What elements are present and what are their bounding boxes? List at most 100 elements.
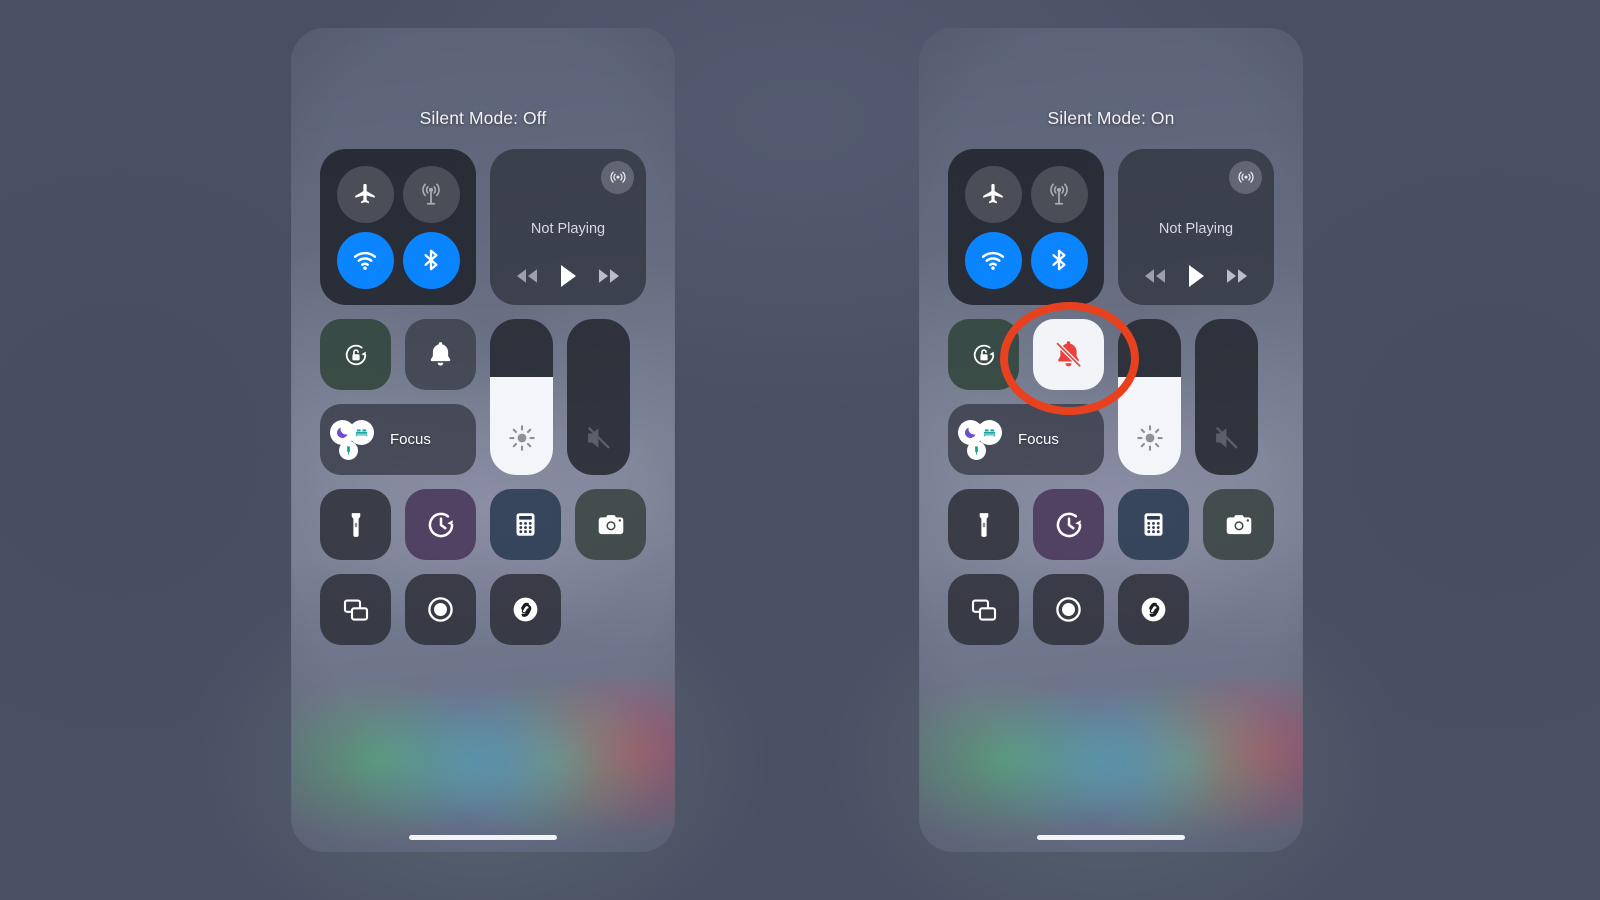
focus-tile[interactable]: Focus (948, 404, 1104, 475)
bluetooth-toggle[interactable] (402, 231, 460, 289)
connectivity-module (948, 149, 1104, 305)
timer-button[interactable] (405, 489, 476, 560)
screen-record-button[interactable] (1033, 574, 1104, 645)
toggle-pair (320, 319, 476, 390)
camera-icon (598, 514, 623, 534)
fast-forward-icon[interactable] (1224, 267, 1250, 285)
toggles-stack: Focus (320, 319, 476, 475)
airplane-icon (983, 183, 1003, 204)
leaf-icon (975, 445, 978, 455)
rewind-icon[interactable] (514, 267, 540, 285)
moon-icon (337, 427, 348, 438)
control-center-grid-right: Not Playing Focus (948, 149, 1274, 645)
flashlight-button[interactable] (320, 489, 391, 560)
focus-mode-icons (330, 417, 382, 463)
brightness-icon (508, 425, 535, 451)
flashlight-button[interactable] (948, 489, 1019, 560)
flashlight-icon (979, 512, 988, 537)
camera-button[interactable] (575, 489, 646, 560)
silent-mode-toggle[interactable] (1033, 319, 1104, 390)
airplay-icon (1237, 171, 1254, 183)
sleep-focus-icon (977, 419, 1002, 445)
focus-mode-icons (958, 417, 1010, 463)
play-icon[interactable] (1185, 263, 1207, 289)
now-playing-title: Not Playing (1158, 221, 1234, 237)
screen-mirroring-button[interactable] (320, 574, 391, 645)
toggles-stack: Focus (948, 319, 1104, 475)
wifi-toggle[interactable] (964, 231, 1022, 289)
moon-icon (965, 427, 976, 438)
cellular-data-toggle[interactable] (1030, 165, 1088, 223)
volume-slider[interactable] (1195, 319, 1258, 475)
shazam-icon (513, 597, 538, 622)
airplane-mode-toggle[interactable] (336, 165, 394, 223)
top-modules-row: Not Playing (948, 149, 1274, 305)
home-indicator[interactable] (409, 835, 557, 840)
screen-record-button[interactable] (405, 574, 476, 645)
silent-mode-toggle[interactable] (405, 319, 476, 390)
brightness-slider[interactable] (490, 319, 553, 475)
bluetooth-icon (1052, 249, 1066, 271)
fast-forward-icon[interactable] (596, 267, 622, 285)
bluetooth-icon (424, 249, 438, 271)
cellular-data-toggle[interactable] (402, 165, 460, 223)
home-indicator[interactable] (1037, 835, 1185, 840)
control-center-right: Silent Mode: On Not Playing Focus (919, 28, 1303, 852)
focus-label: Focus (1018, 431, 1059, 448)
screen-mirroring-icon (343, 598, 368, 621)
timer-icon (1056, 512, 1081, 537)
calculator-button[interactable] (1118, 489, 1189, 560)
silent-mode-banner: Silent Mode: Off (419, 108, 547, 128)
airplane-icon (355, 183, 375, 204)
play-icon[interactable] (557, 263, 579, 289)
focus-tile[interactable]: Focus (320, 404, 476, 475)
apps-row-2 (320, 574, 646, 645)
bed-icon (983, 428, 996, 436)
volume-mute-icon (1215, 426, 1238, 449)
volume-mute-icon (587, 426, 610, 449)
rotation-lock-toggle[interactable] (320, 319, 391, 390)
volume-glyph (567, 423, 630, 453)
calculator-icon (516, 513, 535, 536)
shazam-button[interactable] (1118, 574, 1189, 645)
screen-mirroring-button[interactable] (948, 574, 1019, 645)
shazam-button[interactable] (490, 574, 561, 645)
airplay-icon (609, 171, 626, 183)
cellular-icon (1050, 183, 1068, 205)
apps-row-1 (948, 489, 1274, 560)
rewind-icon[interactable] (1142, 267, 1168, 285)
rotation-lock-toggle[interactable] (948, 319, 1019, 390)
shazam-icon (1141, 597, 1166, 622)
top-modules-row: Not Playing (320, 149, 646, 305)
bluetooth-toggle[interactable] (1030, 231, 1088, 289)
bell-icon (430, 342, 451, 366)
volume-slider[interactable] (567, 319, 630, 475)
brightness-glyph (490, 423, 553, 453)
personal-focus-icon (339, 440, 358, 460)
personal-focus-icon (967, 440, 986, 460)
screen-mirroring-icon (971, 598, 996, 621)
page-background-glow (0, 0, 1600, 900)
timer-button[interactable] (1033, 489, 1104, 560)
control-center-grid-left: Not Playing Focus (320, 149, 646, 645)
media-module[interactable]: Not Playing (490, 149, 646, 305)
toggle-pair (948, 319, 1104, 390)
media-transport-controls (1118, 263, 1274, 289)
connectivity-module (320, 149, 476, 305)
brightness-slider[interactable] (1118, 319, 1181, 475)
airplay-button[interactable] (1229, 161, 1262, 194)
airplane-mode-toggle[interactable] (964, 165, 1022, 223)
volume-glyph (1195, 423, 1258, 453)
brightness-glyph (1118, 423, 1181, 453)
wifi-toggle[interactable] (336, 231, 394, 289)
wifi-icon (353, 251, 377, 270)
leaf-icon (347, 445, 350, 455)
phone-left: Silent Mode: Off Not Playing Focus (291, 28, 675, 852)
wifi-icon (981, 251, 1005, 270)
media-transport-controls (490, 263, 646, 289)
camera-button[interactable] (1203, 489, 1274, 560)
airplay-button[interactable] (601, 161, 634, 194)
calculator-button[interactable] (490, 489, 561, 560)
silent-mode-banner: Silent Mode: On (1047, 108, 1175, 128)
media-module[interactable]: Not Playing (1118, 149, 1274, 305)
